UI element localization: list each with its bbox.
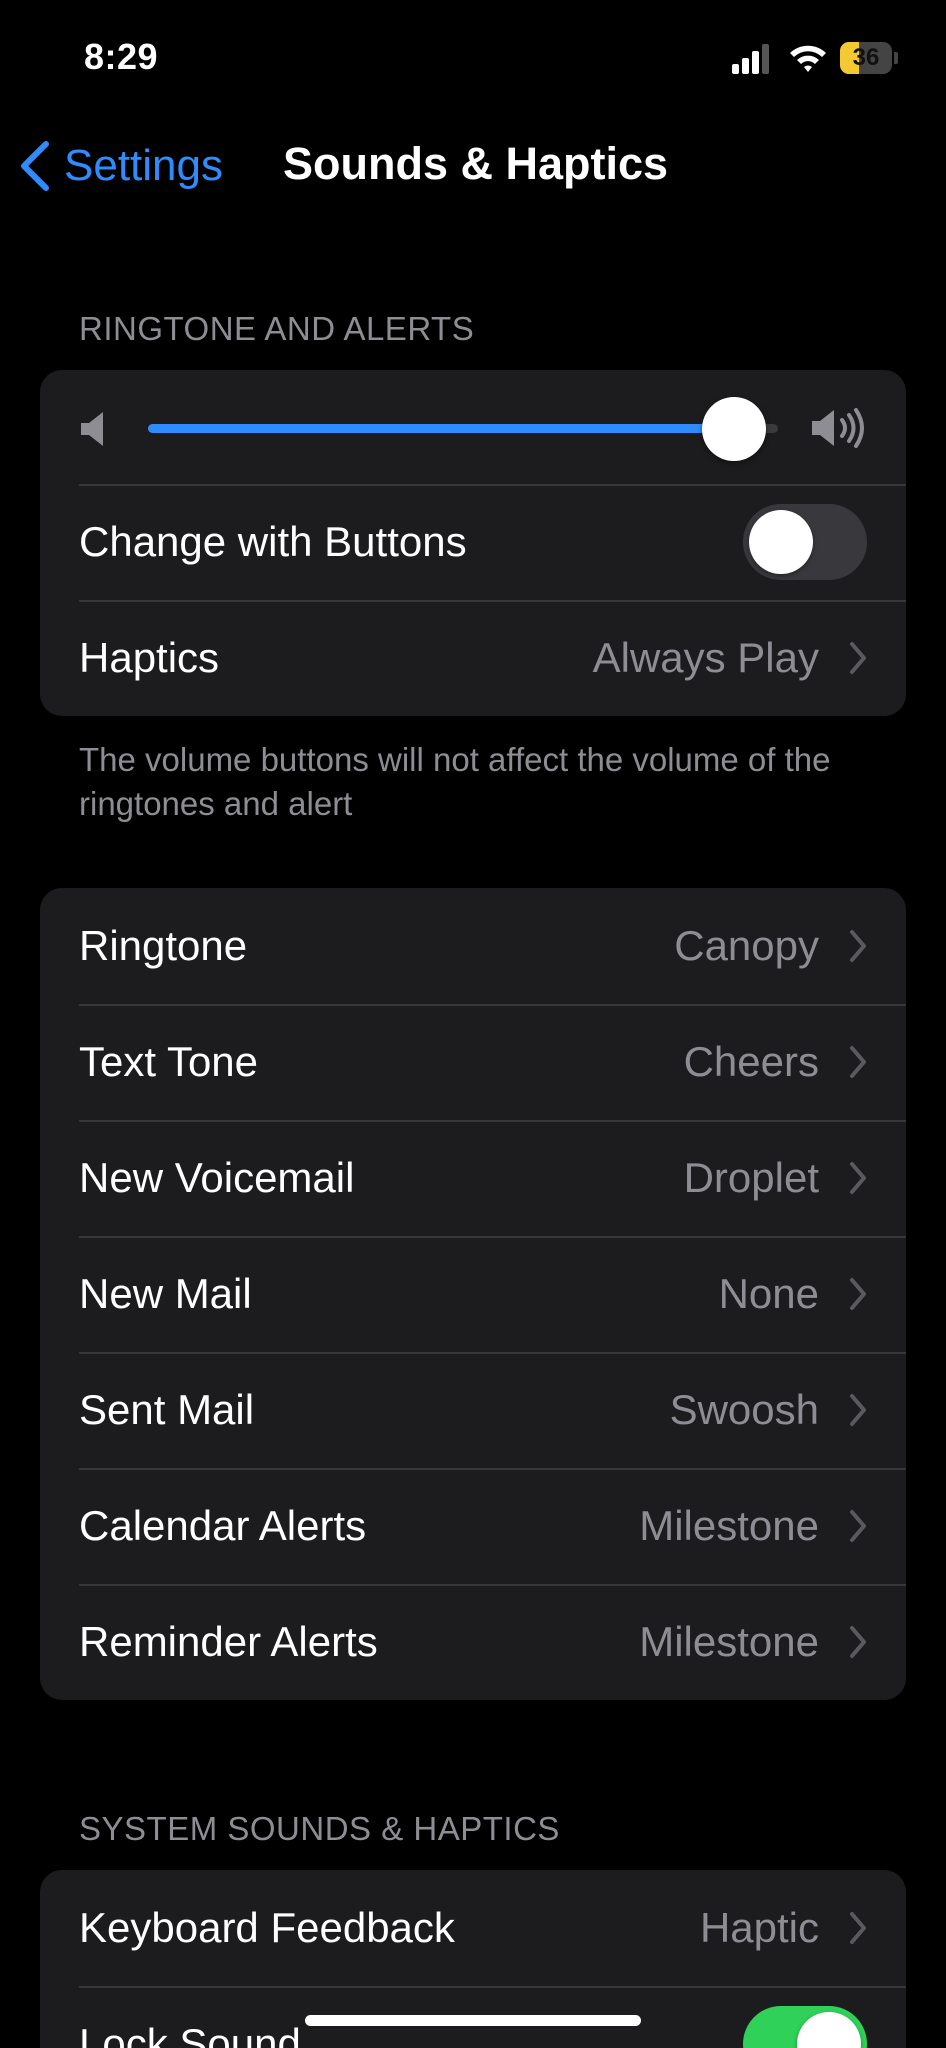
section-header-ringtone-alerts: RINGTONE AND ALERTS xyxy=(79,310,475,347)
keyboard-feedback-value: Haptic xyxy=(699,1904,819,1951)
cellular-signal-icon xyxy=(732,44,776,74)
volume-slider-knob[interactable] xyxy=(701,397,766,461)
speaker-high-icon xyxy=(812,408,864,448)
tone-label: Calendar Alerts xyxy=(79,1502,367,1549)
home-indicator[interactable] xyxy=(305,2015,641,2026)
keyboard-feedback-row[interactable]: Keyboard Feedback Haptic xyxy=(40,1870,906,1986)
tone-value: Milestone xyxy=(639,1618,819,1665)
tone-row-text-tone[interactable]: Text Tone Cheers xyxy=(40,1004,906,1120)
chevron-right-icon xyxy=(850,1162,866,1194)
chevron-right-icon xyxy=(850,642,866,674)
tone-label: Reminder Alerts xyxy=(79,1618,378,1665)
back-button[interactable]: Settings xyxy=(18,134,223,198)
page-title: Sounds & Haptics xyxy=(283,138,669,189)
tone-row-ringtone[interactable]: Ringtone Canopy xyxy=(40,888,906,1004)
back-button-label: Settings xyxy=(64,141,223,190)
volume-slider-row xyxy=(40,370,906,484)
speaker-low-icon xyxy=(81,412,103,446)
tone-value: Cheers xyxy=(683,1038,819,1085)
tone-row-calendar-alerts[interactable]: Calendar Alerts Milestone xyxy=(40,1468,906,1584)
tone-value: Canopy xyxy=(674,922,819,969)
ringtone-alerts-card: Change with Buttons Haptics Always Play xyxy=(40,370,906,716)
volume-buttons-footer: The volume buttons will not affect the v… xyxy=(79,741,831,822)
chevron-right-icon xyxy=(850,1912,866,1944)
chevron-left-icon xyxy=(21,141,49,191)
section-header-system-sounds: SYSTEM SOUNDS & HAPTICS xyxy=(79,1810,560,1847)
tone-label: Sent Mail xyxy=(79,1386,255,1433)
lock-sound-label: Lock Sound xyxy=(79,2020,301,2048)
tone-row-sent-mail[interactable]: Sent Mail Swoosh xyxy=(40,1352,906,1468)
tone-value: Droplet xyxy=(683,1154,819,1201)
battery-level: 36 xyxy=(852,44,880,71)
haptics-row[interactable]: Haptics Always Play xyxy=(40,600,906,716)
chevron-right-icon xyxy=(850,930,866,962)
haptics-label: Haptics xyxy=(79,634,220,681)
chevron-right-icon xyxy=(850,1046,866,1078)
chevron-right-icon xyxy=(850,1626,866,1658)
tone-row-reminder-alerts[interactable]: Reminder Alerts Milestone xyxy=(40,1584,906,1700)
tone-label: New Voicemail xyxy=(79,1154,355,1201)
tone-value: Swoosh xyxy=(669,1386,819,1433)
chevron-right-icon xyxy=(850,1278,866,1310)
battery-icon: 36 xyxy=(840,42,898,74)
volume-slider-fill xyxy=(148,424,734,433)
tone-label: New Mail xyxy=(79,1270,252,1317)
wifi-icon xyxy=(790,45,826,72)
tone-label: Text Tone xyxy=(79,1038,259,1085)
status-time: 8:29 xyxy=(84,36,159,77)
chevron-right-icon xyxy=(850,1510,866,1542)
tone-label: Ringtone xyxy=(79,922,248,969)
tone-row-new-mail[interactable]: New Mail None xyxy=(40,1236,906,1352)
keyboard-feedback-label: Keyboard Feedback xyxy=(79,1904,455,1951)
chevron-right-icon xyxy=(850,1394,866,1426)
lock-sound-toggle[interactable] xyxy=(743,2006,867,2048)
tone-row-new-voicemail[interactable]: New Voicemail Droplet xyxy=(40,1120,906,1236)
change-with-buttons-toggle[interactable] xyxy=(743,504,867,580)
haptics-value: Always Play xyxy=(592,634,819,681)
change-with-buttons-row: Change with Buttons xyxy=(40,484,906,600)
tone-value: Milestone xyxy=(639,1502,819,1549)
tone-value: None xyxy=(718,1270,819,1317)
tones-card: Ringtone Canopy Text Tone Cheers New Voi… xyxy=(40,888,906,1700)
change-with-buttons-label: Change with Buttons xyxy=(79,518,467,565)
volume-slider[interactable] xyxy=(148,424,778,433)
